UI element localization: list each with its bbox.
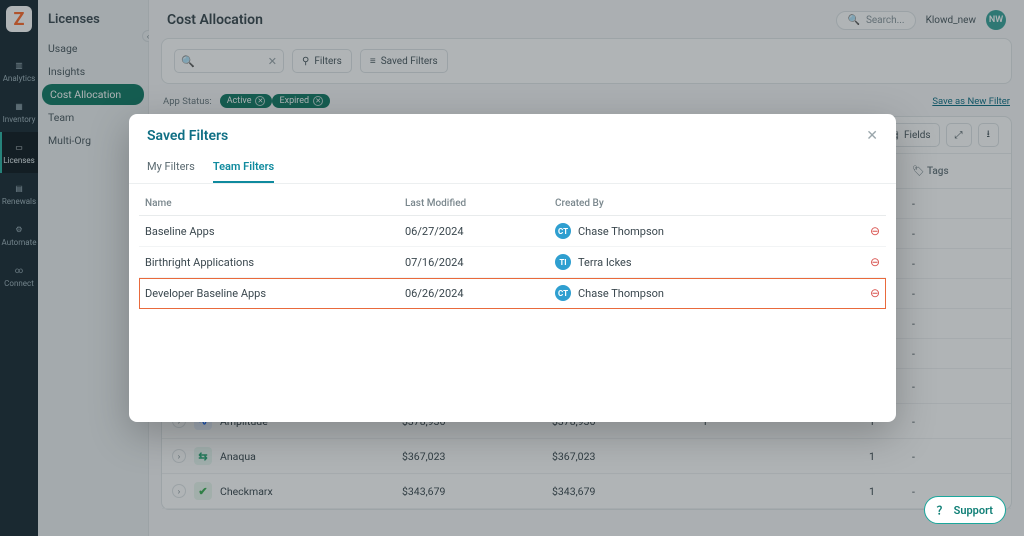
support-button[interactable]: ？ Support — [924, 496, 1006, 524]
user-badge: CT — [555, 285, 571, 301]
filter-owner: Terra Ickes — [578, 256, 632, 269]
modal-tabs: My Filters Team Filters — [129, 154, 896, 184]
help-icon: ？ — [937, 502, 948, 518]
filter-owner: Chase Thompson — [578, 287, 664, 300]
modal-column-header: Name — [139, 192, 399, 216]
saved-filters-table: NameLast ModifiedCreated By Baseline App… — [139, 192, 886, 309]
support-label: Support — [954, 504, 993, 517]
modal-tab-team-filters[interactable]: Team Filters — [213, 154, 274, 183]
saved-filters-modal: Saved Filters ✕ My Filters Team Filters N… — [129, 114, 896, 422]
modal-column-header: Created By — [549, 192, 858, 216]
filter-name: Baseline Apps — [139, 216, 399, 247]
filter-modified: 07/16/2024 — [399, 247, 549, 278]
delete-filter-icon[interactable]: ⊖ — [870, 286, 880, 300]
user-badge: CT — [555, 223, 571, 239]
close-icon: ✕ — [866, 128, 878, 144]
filter-name: Developer Baseline Apps — [139, 278, 399, 309]
saved-filter-row[interactable]: Birthright Applications 07/16/2024 TI Ter… — [139, 247, 886, 278]
modal-column-header: Last Modified — [399, 192, 549, 216]
user-badge: TI — [555, 254, 571, 270]
modal-title: Saved Filters — [147, 128, 228, 144]
modal-close-button[interactable]: ✕ — [866, 128, 878, 144]
delete-filter-icon[interactable]: ⊖ — [870, 255, 880, 269]
filter-modified: 06/27/2024 — [399, 216, 549, 247]
filter-owner: Chase Thompson — [578, 225, 664, 238]
saved-filter-row[interactable]: Baseline Apps 06/27/2024 CT Chase Thompso… — [139, 216, 886, 247]
filter-name: Birthright Applications — [139, 247, 399, 278]
modal-tab-my-filters[interactable]: My Filters — [147, 154, 195, 183]
delete-filter-icon[interactable]: ⊖ — [870, 224, 880, 238]
saved-filter-row[interactable]: Developer Baseline Apps 06/26/2024 CT Cha… — [139, 278, 886, 309]
filter-modified: 06/26/2024 — [399, 278, 549, 309]
